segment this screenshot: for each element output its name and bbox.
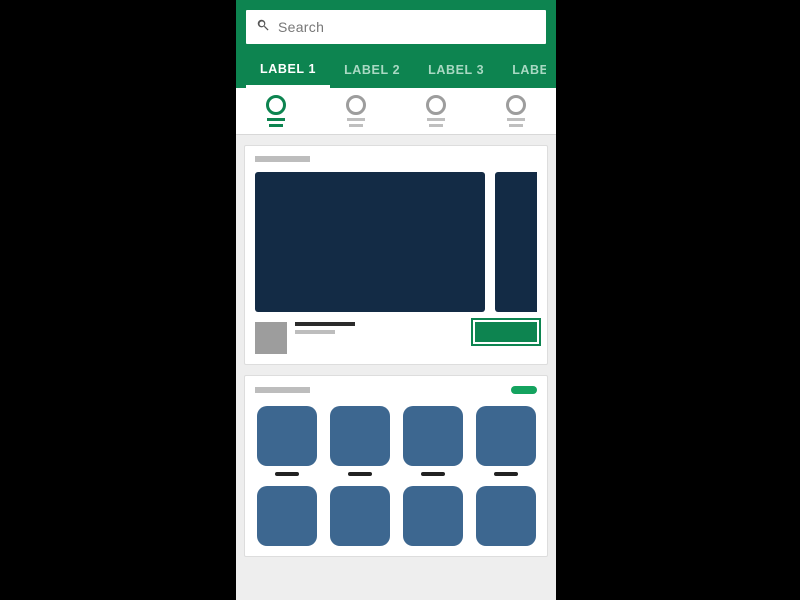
app-tile-icon bbox=[403, 406, 463, 466]
header: Search LABEL 1 LABEL 2 LABEL 3 LABEL 4 bbox=[236, 0, 556, 88]
app-tile-icon bbox=[330, 406, 390, 466]
category-tab-4[interactable] bbox=[506, 95, 526, 127]
category-tab-1[interactable] bbox=[266, 95, 286, 127]
app-tile-icon bbox=[476, 406, 536, 466]
avatar[interactable] bbox=[255, 322, 287, 354]
tab-label-3[interactable]: LABEL 3 bbox=[414, 52, 498, 88]
tab-label-2[interactable]: LABEL 2 bbox=[330, 52, 414, 88]
featured-section bbox=[244, 145, 548, 365]
circle-icon bbox=[506, 95, 526, 115]
app-tile-label bbox=[421, 472, 445, 476]
app-tile-icon bbox=[330, 486, 390, 546]
app-tile-label bbox=[494, 472, 518, 476]
section-title bbox=[255, 156, 310, 162]
category-icon-tabs bbox=[236, 88, 556, 135]
featured-card-1[interactable] bbox=[255, 172, 485, 312]
app-tile-label bbox=[275, 472, 299, 476]
tab-label-1[interactable]: LABEL 1 bbox=[246, 52, 330, 88]
app-tile-label bbox=[348, 472, 372, 476]
section-title bbox=[255, 387, 310, 393]
install-button[interactable] bbox=[475, 322, 537, 342]
grid-item[interactable] bbox=[328, 406, 391, 476]
grid-item[interactable] bbox=[255, 406, 318, 476]
grid-section bbox=[244, 375, 548, 557]
top-tabs: LABEL 1 LABEL 2 LABEL 3 LABEL 4 bbox=[246, 52, 546, 88]
grid-item[interactable] bbox=[255, 486, 318, 546]
search-input[interactable]: Search bbox=[246, 10, 546, 44]
category-tab-2[interactable] bbox=[346, 95, 366, 127]
circle-icon bbox=[426, 95, 446, 115]
grid-item[interactable] bbox=[401, 486, 464, 546]
grid-item[interactable] bbox=[474, 406, 537, 476]
featured-meta-row bbox=[255, 322, 537, 354]
grid-item[interactable] bbox=[474, 486, 537, 546]
grid-item[interactable] bbox=[328, 486, 391, 546]
featured-carousel[interactable] bbox=[255, 172, 537, 312]
circle-icon bbox=[346, 95, 366, 115]
app-grid bbox=[255, 406, 537, 546]
category-tab-3[interactable] bbox=[426, 95, 446, 127]
grid-section-header bbox=[255, 386, 537, 394]
search-placeholder: Search bbox=[278, 19, 324, 35]
featured-card-2[interactable] bbox=[495, 172, 537, 312]
app-window: Search LABEL 1 LABEL 2 LABEL 3 LABEL 4 bbox=[236, 0, 556, 600]
app-tile-icon bbox=[257, 406, 317, 466]
more-button[interactable] bbox=[511, 386, 537, 394]
app-tile-icon bbox=[257, 486, 317, 546]
featured-text bbox=[295, 322, 355, 334]
app-tile-icon bbox=[476, 486, 536, 546]
app-tile-icon bbox=[403, 486, 463, 546]
circle-icon bbox=[266, 95, 286, 115]
search-icon bbox=[256, 18, 270, 37]
tab-label-4[interactable]: LABEL 4 bbox=[498, 52, 546, 88]
grid-item[interactable] bbox=[401, 406, 464, 476]
